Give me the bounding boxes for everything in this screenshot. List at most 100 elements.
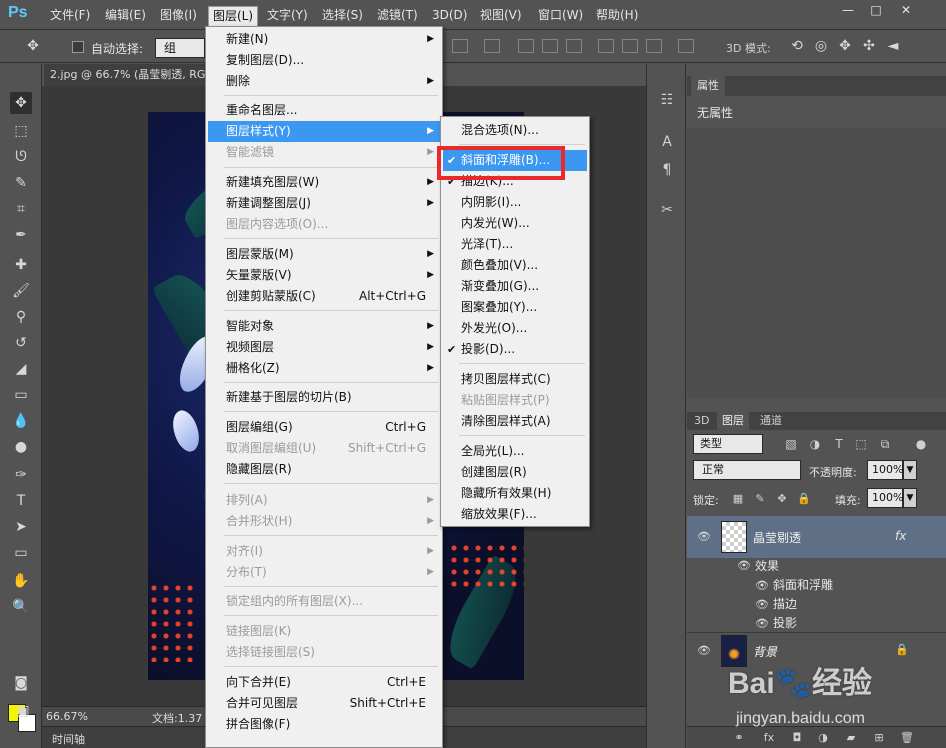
move-tool-preset-icon[interactable]: ✥ xyxy=(22,35,44,57)
layer-row[interactable]: 👁 晶莹剔透 fx xyxy=(687,516,946,558)
menu-item-blending-options[interactable]: 混合选项(N)... xyxy=(443,120,587,141)
menu-3d[interactable]: 3D(D) xyxy=(428,6,471,26)
menu-item-flatten-image[interactable]: 拼合图像(F) xyxy=(208,714,440,735)
3d-scale-icon[interactable]: ◄ xyxy=(882,35,904,57)
menu-item-inner-glow[interactable]: 内发光(W)... xyxy=(443,213,587,234)
menu-file[interactable]: 文件(F) xyxy=(46,6,94,26)
menu-item-color-overlay[interactable]: 颜色叠加(V)... xyxy=(443,255,587,276)
quick-select-tool-icon[interactable]: ✎ xyxy=(10,172,32,194)
distribute-icon[interactable] xyxy=(622,39,638,53)
lock-all-icon[interactable]: 🔒 xyxy=(797,492,811,506)
history-brush-tool-icon[interactable]: ↺ xyxy=(10,332,32,354)
eraser-tool-icon[interactable]: ◢ xyxy=(10,358,32,380)
menu-item-align[interactable]: 对齐(I) ▶ xyxy=(208,541,440,562)
character-panel-icon[interactable]: A xyxy=(657,132,677,152)
3d-rotate-icon[interactable]: ⟲ xyxy=(786,35,808,57)
menu-item-layer-content-options[interactable]: 图层内容选项(O)... xyxy=(208,214,440,235)
timeline-tab[interactable]: 时间轴 xyxy=(52,731,85,747)
menu-filter[interactable]: 滤镜(T) xyxy=(373,6,422,26)
effect-eye-icon[interactable]: 👁 xyxy=(755,618,769,630)
menu-image[interactable]: 图像(I) xyxy=(156,6,201,26)
align-icon[interactable] xyxy=(484,39,500,53)
fx-icon[interactable]: fx xyxy=(895,529,906,543)
zoom-level[interactable]: 66.67% xyxy=(46,710,88,723)
properties-tab[interactable]: 属性 xyxy=(691,76,725,96)
menu-view[interactable]: 视图(V) xyxy=(476,6,526,26)
menu-item-new[interactable]: 新建(N) ▶ xyxy=(208,29,440,50)
visibility-eye-icon[interactable]: 👁 xyxy=(697,645,711,657)
menu-item-scale-effects[interactable]: 缩放效果(F)... xyxy=(443,504,587,525)
menu-item-paste-layer-style[interactable]: 粘贴图层样式(P) xyxy=(443,390,587,411)
menu-item-new-fill-layer[interactable]: 新建填充图层(W) ▶ xyxy=(208,172,440,193)
menu-item-clear-layer-style[interactable]: 清除图层样式(A) xyxy=(443,411,587,432)
distribute-icon[interactable] xyxy=(566,39,582,53)
delete-layer-icon[interactable]: 🗑 xyxy=(899,731,915,745)
opacity-dropdown[interactable]: ▼ xyxy=(903,460,917,480)
filter-adjustment-icon[interactable]: ◑ xyxy=(807,436,823,452)
marquee-tool-icon[interactable]: ⬚ xyxy=(10,120,32,142)
fill-input[interactable]: 100% xyxy=(867,488,903,508)
menu-item-merge-visible[interactable]: 合并可见图层 Shift+Ctrl+E xyxy=(208,693,440,714)
3d-pan-icon[interactable]: ✥ xyxy=(834,35,856,57)
menu-help[interactable]: 帮助(H) xyxy=(592,6,642,26)
distribute-icon[interactable] xyxy=(542,39,558,53)
minimize-button[interactable]: — xyxy=(836,0,860,20)
menu-item-create-layers[interactable]: 创建图层(R) xyxy=(443,462,587,483)
layer-filter-dropdown[interactable]: 类型 xyxy=(693,434,763,454)
auto-align-icon[interactable] xyxy=(678,39,694,53)
distribute-icon[interactable] xyxy=(646,39,662,53)
quick-mask-icon[interactable]: ◙ xyxy=(10,672,32,694)
type-tool-icon[interactable]: T xyxy=(10,490,32,512)
path-select-tool-icon[interactable]: ➤ xyxy=(10,516,32,538)
zoom-tool-icon[interactable]: 🔍 xyxy=(10,596,32,618)
menu-item-inner-shadow[interactable]: 内阴影(I)... xyxy=(443,192,587,213)
menu-item-gradient-overlay[interactable]: 渐变叠加(G)... xyxy=(443,276,587,297)
3d-roll-icon[interactable]: ◎ xyxy=(810,35,832,57)
blur-tool-icon[interactable]: 💧 xyxy=(10,410,32,432)
menu-item-smart-object[interactable]: 智能对象 ▶ xyxy=(208,316,440,337)
menu-item-outer-glow[interactable]: 外发光(O)... xyxy=(443,318,587,339)
tab-channels[interactable]: 通道 xyxy=(755,412,787,430)
menu-type[interactable]: 文字(Y) xyxy=(263,6,312,26)
menu-item-vector-mask[interactable]: 矢量蒙版(V) ▶ xyxy=(208,265,440,286)
filter-toggle-icon[interactable]: ● xyxy=(913,436,929,452)
menu-item-distribute[interactable]: 分布(T) ▶ xyxy=(208,562,440,583)
filter-pixel-icon[interactable]: ▧ xyxy=(783,436,799,452)
auto-select-dropdown[interactable]: 组 xyxy=(155,38,205,58)
lock-transparent-icon[interactable]: ▦ xyxy=(731,492,745,506)
fill-dropdown[interactable]: ▼ xyxy=(903,488,917,508)
menu-item-create-clipping-mask[interactable]: 创建剪贴蒙版(C) Alt+Ctrl+G xyxy=(208,286,440,307)
opacity-input[interactable]: 100% xyxy=(867,460,903,480)
new-adjustment-icon[interactable]: ◑ xyxy=(815,731,831,745)
menu-item-select-linked-layers[interactable]: 选择链接图层(S) xyxy=(208,642,440,663)
menu-layer[interactable]: 图层(L) xyxy=(208,6,259,26)
menu-item-video-layer[interactable]: 视频图层 ▶ xyxy=(208,337,440,358)
blend-mode-dropdown[interactable]: 正常 xyxy=(693,460,801,480)
menu-item-new-layer-based-slice[interactable]: 新建基于图层的切片(B) xyxy=(208,387,440,408)
menu-item-delete[interactable]: 删除 ▶ xyxy=(208,71,440,92)
menu-item-rasterize[interactable]: 栅格化(Z) ▶ xyxy=(208,358,440,379)
hand-tool-icon[interactable]: ✋ xyxy=(10,570,32,592)
filter-shape-icon[interactable]: ⬚ xyxy=(853,436,869,452)
clone-stamp-tool-icon[interactable]: ⚲ xyxy=(10,306,32,328)
align-icon[interactable] xyxy=(452,39,468,53)
effects-eye-icon[interactable]: 👁 xyxy=(737,560,751,572)
menu-item-hide-layers[interactable]: 隐藏图层(R) xyxy=(208,459,440,480)
menu-item-smart-filter[interactable]: 智能滤镜 ▶ xyxy=(208,142,440,163)
menu-item-copy-layer-style[interactable]: 拷贝图层样式(C) xyxy=(443,369,587,390)
screen-mode-icon[interactable]: ▣ xyxy=(12,700,34,722)
menu-item-global-light[interactable]: 全局光(L)... xyxy=(443,441,587,462)
menu-item-group-layers[interactable]: 图层编组(G) Ctrl+G xyxy=(208,417,440,438)
menu-item-link-layers[interactable]: 链接图层(K) xyxy=(208,621,440,642)
menu-item-merge-down[interactable]: 向下合并(E) Ctrl+E xyxy=(208,672,440,693)
link-layers-icon[interactable]: ⚭ xyxy=(731,731,747,745)
menu-item-pattern-overlay[interactable]: 图案叠加(Y)... xyxy=(443,297,587,318)
menu-edit[interactable]: 编辑(E) xyxy=(101,6,150,26)
add-style-icon[interactable]: fx xyxy=(761,731,777,745)
distribute-icon[interactable] xyxy=(518,39,534,53)
dodge-tool-icon[interactable]: ● xyxy=(10,436,32,458)
eyedropper-tool-icon[interactable]: ✒ xyxy=(10,224,32,246)
tab-3d[interactable]: 3D xyxy=(689,412,714,430)
auto-select-checkbox[interactable] xyxy=(72,41,84,53)
gradient-tool-icon[interactable]: ▭ xyxy=(10,384,32,406)
